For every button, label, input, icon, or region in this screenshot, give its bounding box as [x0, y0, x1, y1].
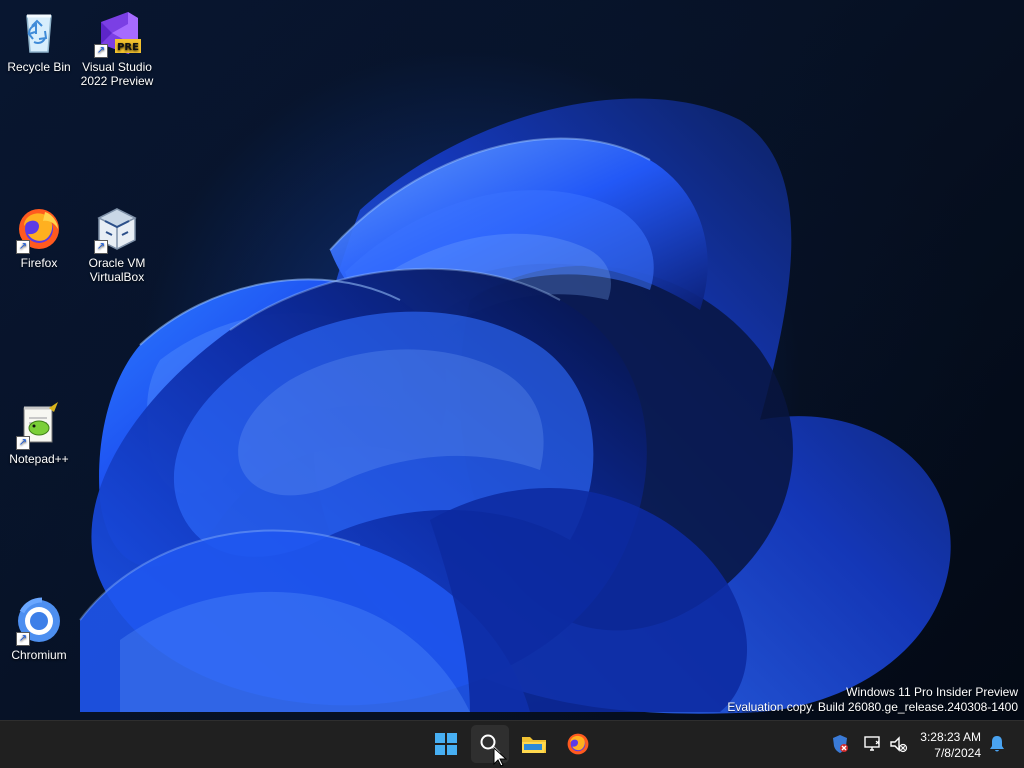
security-shield-icon[interactable]	[830, 734, 850, 754]
firefox-taskbar-button[interactable]	[559, 725, 597, 763]
desktop-icon-notepad-plus-plus[interactable]: ↗ Notepad++	[2, 400, 76, 466]
clock-time: 3:28:23 AM	[920, 730, 981, 744]
folder-icon	[522, 737, 546, 753]
shortcut-arrow-icon: ↗	[94, 44, 108, 58]
firefox-icon	[567, 733, 589, 755]
system-clock[interactable]: 3:28:23 AM 7/8/2024	[920, 729, 981, 761]
shortcut-arrow-icon: ↗	[94, 240, 108, 254]
desktop-label: Recycle Bin	[7, 60, 71, 74]
desktop-label: Visual Studio 2022 Preview	[80, 60, 154, 88]
desktop-icon-visual-studio[interactable]: PRE ↗ Visual Studio 2022 Preview	[80, 8, 154, 88]
mouse-pointer-icon	[493, 747, 507, 767]
watermark-line-1: Windows 11 Pro Insider Preview	[846, 685, 1018, 699]
start-button[interactable]	[427, 725, 465, 763]
shortcut-arrow-icon: ↗	[16, 436, 30, 450]
desktop-label: Oracle VM VirtualBox	[88, 256, 146, 284]
notepad-plus-plus-icon: ↗	[14, 400, 64, 450]
desktop[interactable]: Recycle Bin PRE ↗ Visual Studio 2022 Pre…	[0, 0, 1024, 720]
watermark-line-2: Evaluation copy. Build 26080.ge_release.…	[727, 700, 1018, 714]
chromium-icon: ↗	[14, 596, 64, 646]
windows-bloom-wallpaper	[79, 98, 951, 714]
taskbar: 3:28:23 AM 7/8/2024	[0, 720, 1024, 768]
file-explorer-button[interactable]	[515, 725, 553, 763]
visual-studio-icon: PRE ↗	[92, 8, 142, 58]
desktop-icon-chromium[interactable]: ↗ Chromium	[2, 596, 76, 662]
desktop-icon-firefox[interactable]: ↗ Firefox	[2, 204, 76, 270]
desktop-icon-virtualbox[interactable]: ↗ Oracle VM VirtualBox	[80, 204, 154, 284]
shortcut-arrow-icon: ↗	[16, 240, 30, 254]
volume-muted-icon[interactable]	[888, 734, 908, 754]
shortcut-arrow-icon: ↗	[16, 632, 30, 646]
firefox-icon: ↗	[14, 204, 64, 254]
desktop-label: Chromium	[11, 648, 67, 662]
windows-logo-icon	[435, 733, 457, 755]
clock-date: 7/8/2024	[934, 746, 981, 760]
virtualbox-icon: ↗	[92, 204, 142, 254]
desktop-icon-recycle-bin[interactable]: Recycle Bin	[2, 8, 76, 74]
desktop-label: Notepad++	[9, 452, 69, 466]
notification-bell-icon[interactable]	[987, 734, 1007, 754]
desktop-label: Firefox	[20, 256, 58, 270]
network-icon[interactable]	[862, 734, 882, 754]
recycle-bin-icon	[14, 8, 64, 58]
evaluation-watermark: Windows 11 Pro Insider Preview Evaluatio…	[727, 685, 1018, 715]
visual-studio-pre-badge: PRE	[117, 42, 139, 53]
